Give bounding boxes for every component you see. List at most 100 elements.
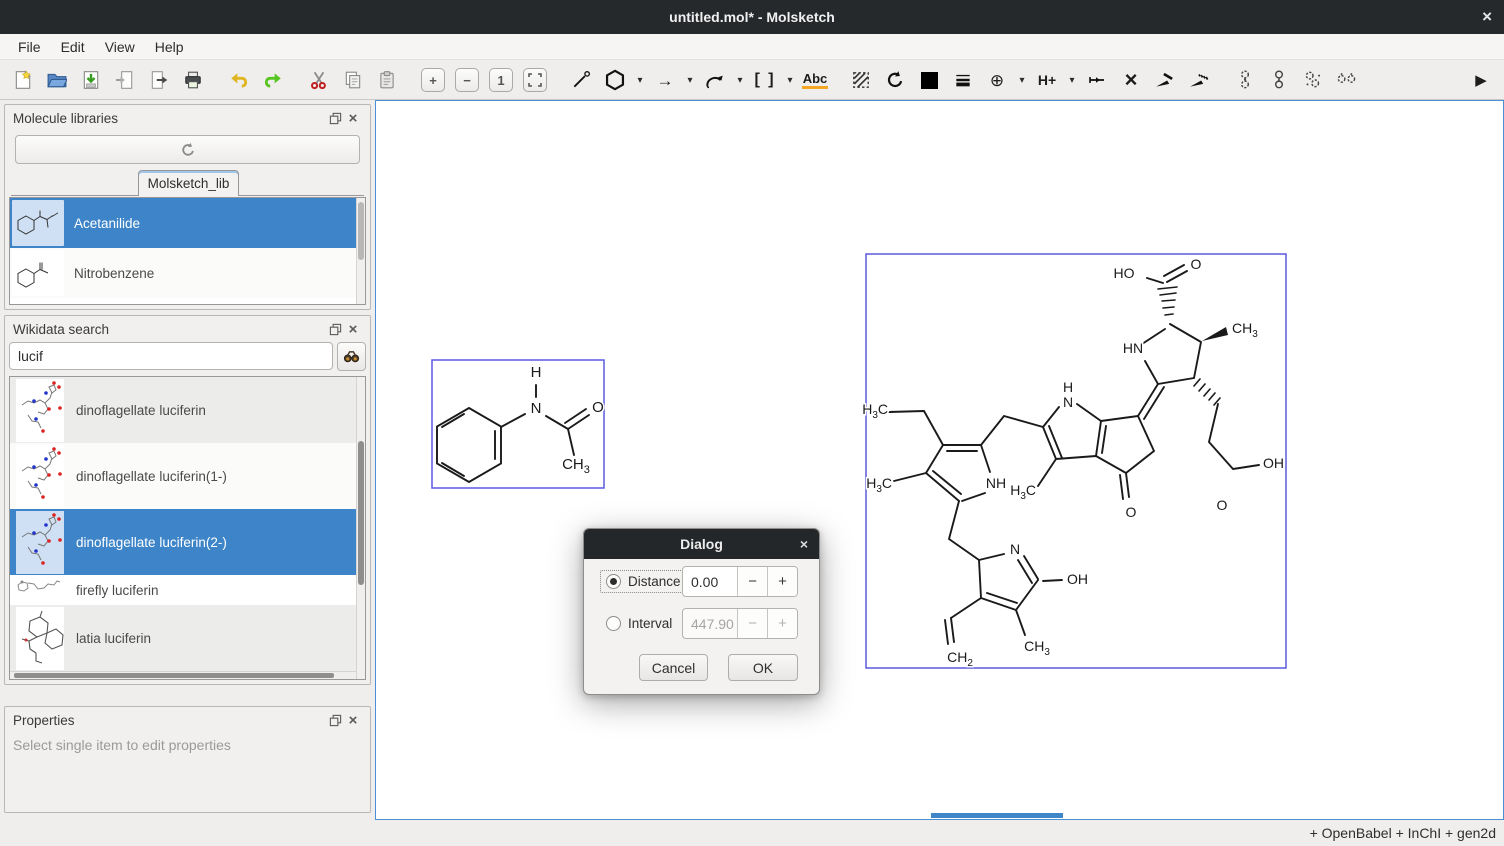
double-bonds: [926, 265, 1187, 644]
results-vertical-scrollbar[interactable]: [356, 377, 365, 679]
charge-dropdown-icon[interactable]: ▾: [1014, 65, 1030, 95]
cancel-button[interactable]: Cancel: [639, 654, 708, 681]
export-icon[interactable]: [144, 65, 174, 95]
wikidata-search-input[interactable]: [9, 342, 333, 370]
bracket-tool-dropdown-icon[interactable]: ▾: [782, 65, 798, 95]
close-panel-icon[interactable]: ×: [344, 110, 362, 126]
hydrogen-dropdown-icon[interactable]: ▾: [1064, 65, 1080, 95]
paste-icon[interactable]: [372, 65, 402, 95]
hatch-selection-tool[interactable]: [846, 65, 876, 95]
molecule-group-tool[interactable]: [1332, 65, 1362, 95]
window-close-icon[interactable]: ×: [1482, 0, 1492, 34]
float-panel-icon[interactable]: [326, 110, 344, 126]
delete-tool[interactable]: ×: [1116, 65, 1146, 95]
refresh-library-button[interactable]: [15, 135, 360, 164]
zoom-original-icon[interactable]: 1: [486, 65, 516, 95]
results-horizontal-scrollbar[interactable]: [10, 671, 357, 679]
status-bar: + OpenBabel + InChI + gen2d: [0, 820, 1504, 846]
result-dinoflagellate-luciferin-2[interactable]: dinoflagellate luciferin(2-): [10, 509, 365, 575]
interval-decrement-button[interactable]: −: [737, 609, 767, 638]
carbonyl-double-bond: [565, 409, 589, 429]
cut-icon[interactable]: [304, 65, 334, 95]
line-width-tool[interactable]: [948, 65, 978, 95]
molecule-charge-tool[interactable]: [1230, 65, 1260, 95]
atom-label: HN: [1123, 340, 1143, 356]
luciferin-structure[interactable]: [889, 265, 1259, 644]
reaction-arrow-tool[interactable]: →: [650, 65, 680, 95]
menu-file[interactable]: File: [8, 34, 51, 59]
zoom-out-icon[interactable]: −: [452, 65, 482, 95]
interval-value[interactable]: 447.90: [683, 609, 737, 638]
redo-icon[interactable]: [258, 65, 288, 95]
selection-rect-luciferin[interactable]: [866, 254, 1286, 668]
zoom-in-icon[interactable]: +: [418, 65, 448, 95]
zoom-fit-icon[interactable]: [520, 65, 550, 95]
molecule-split-tool[interactable]: [1298, 65, 1328, 95]
result-dinoflagellate-luciferin-1[interactable]: dinoflagellate luciferin(1-): [10, 443, 365, 509]
draw-bond-tool[interactable]: [566, 65, 596, 95]
atom-label: O: [1126, 504, 1137, 520]
scrollbar-handle[interactable]: [14, 673, 334, 678]
mechanism-arrow-dropdown-icon[interactable]: ▾: [732, 65, 748, 95]
library-item-nitrobenzene[interactable]: Nitrobenzene: [10, 248, 365, 298]
dialog-close-icon[interactable]: ×: [800, 536, 808, 552]
result-firefly-luciferin[interactable]: firefly luciferin: [10, 575, 365, 605]
bracket-tool[interactable]: [ ]: [750, 65, 780, 95]
align-tool[interactable]: [1082, 65, 1112, 95]
dialog-title: Dialog: [680, 536, 723, 552]
dialog-title-bar[interactable]: Dialog ×: [584, 529, 819, 559]
mechanism-arrow-tool[interactable]: [700, 65, 730, 95]
library-item-acetanilide[interactable]: Acetanilide: [10, 198, 365, 248]
wikidata-search-title: Wikidata search: [13, 322, 326, 337]
interval-radio[interactable]: [606, 616, 621, 631]
result-label: dinoflagellate luciferin(1-): [76, 469, 227, 484]
float-panel-icon[interactable]: [326, 321, 344, 337]
distance-decrement-button[interactable]: −: [737, 567, 767, 596]
scrollbar-handle[interactable]: [358, 202, 364, 260]
distance-radio[interactable]: [606, 574, 621, 589]
distance-value[interactable]: 0.00: [683, 567, 737, 596]
tab-molsketch-lib[interactable]: Molsketch_lib: [138, 170, 239, 196]
wedge-bond-tool[interactable]: [1150, 65, 1180, 95]
close-panel-icon[interactable]: ×: [344, 321, 362, 337]
print-icon[interactable]: [178, 65, 208, 95]
charge-tool[interactable]: ⊕: [982, 65, 1012, 95]
hydrogen-tool[interactable]: H+: [1032, 65, 1062, 95]
interval-increment-button[interactable]: +: [767, 609, 797, 638]
solid-wedge-bond: [1202, 327, 1228, 341]
molecule-bond-tool[interactable]: [1264, 65, 1294, 95]
atom-label: CH3: [1024, 638, 1050, 658]
close-panel-icon[interactable]: ×: [344, 712, 362, 728]
reaction-arrow-dropdown-icon[interactable]: ▾: [682, 65, 698, 95]
drawing-canvas[interactable]: HNOCH3 HOOCH3HNHNH3CH3CNHH3COOHONOHCH3CH…: [375, 100, 1504, 820]
float-panel-icon[interactable]: [326, 712, 344, 728]
library-list-scrollbar[interactable]: [356, 198, 365, 304]
menu-edit[interactable]: Edit: [51, 34, 95, 59]
open-file-icon[interactable]: [42, 65, 72, 95]
result-latia-luciferin[interactable]: latia luciferin: [10, 605, 365, 671]
current-color: [921, 72, 938, 89]
rotate-tool[interactable]: [880, 65, 910, 95]
new-document-icon[interactable]: [8, 65, 38, 95]
text-tool[interactable]: Abc: [800, 65, 830, 95]
distance-increment-button[interactable]: +: [767, 567, 797, 596]
save-icon[interactable]: [76, 65, 106, 95]
copy-icon[interactable]: [338, 65, 368, 95]
ring-tool[interactable]: [600, 65, 630, 95]
menu-help[interactable]: Help: [145, 34, 194, 59]
hash-bond-tool[interactable]: [1184, 65, 1214, 95]
result-dinoflagellate-luciferin[interactable]: dinoflagellate luciferin: [10, 377, 365, 443]
color-swatch-tool[interactable]: [914, 65, 944, 95]
search-button[interactable]: [337, 342, 366, 371]
undo-icon[interactable]: [224, 65, 254, 95]
menu-view[interactable]: View: [95, 34, 145, 59]
scrollbar-handle[interactable]: [358, 441, 364, 585]
atom-label: H3C: [866, 475, 892, 495]
toolbar-overflow-icon[interactable]: ▶: [1466, 65, 1496, 95]
distance-radio-group: Distance: [600, 570, 687, 593]
result-thumbnail: [16, 577, 64, 604]
import-icon[interactable]: [110, 65, 140, 95]
ring-tool-dropdown-icon[interactable]: ▾: [632, 65, 648, 95]
ok-button[interactable]: OK: [728, 654, 798, 681]
canvas-scroll-indicator[interactable]: [931, 813, 1063, 818]
